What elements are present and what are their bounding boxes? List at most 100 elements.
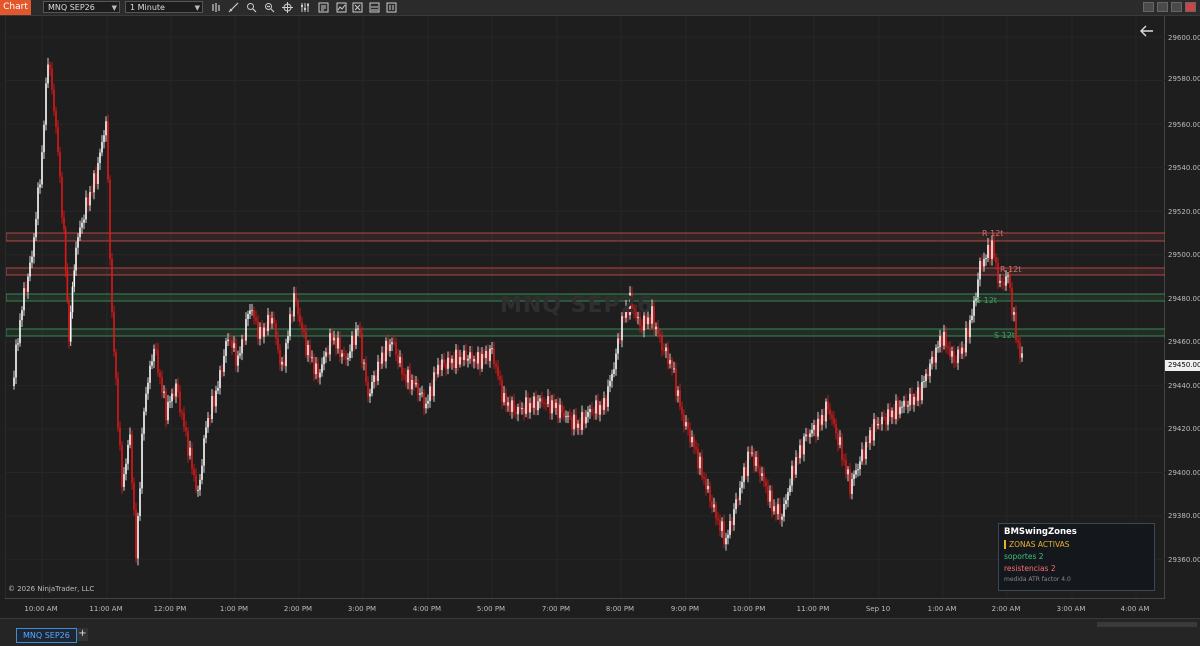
- candle-body: [589, 409, 591, 413]
- candle-body: [957, 349, 959, 363]
- candle-body: [27, 276, 29, 292]
- candle-body: [415, 382, 417, 385]
- candle-body: [773, 506, 775, 512]
- restore-button[interactable]: [1157, 2, 1168, 12]
- candle-body: [597, 400, 599, 415]
- candle-body: [207, 418, 209, 428]
- candle-body: [139, 488, 141, 516]
- candle-body: [717, 518, 719, 521]
- candle-body: [539, 398, 541, 402]
- candle-body: [395, 342, 397, 355]
- candle-body: [417, 382, 419, 396]
- crosshair-icon[interactable]: [282, 2, 293, 13]
- candle-body: [229, 339, 231, 341]
- maximize-button[interactable]: [1171, 2, 1182, 12]
- instrument-selector[interactable]: MNQ SEP26 ▼: [43, 1, 120, 13]
- candle-body: [315, 363, 317, 375]
- candle-body: [31, 256, 33, 263]
- candle-body: [565, 416, 567, 418]
- candle-body: [423, 392, 425, 409]
- candle-body: [427, 400, 429, 404]
- candle-body: [149, 365, 151, 383]
- tab-instrument[interactable]: MNQ SEP26: [16, 628, 77, 643]
- candle-body: [673, 368, 675, 370]
- candle-body: [239, 353, 241, 356]
- candle-body: [613, 369, 615, 374]
- candle-body: [677, 390, 679, 396]
- minimize-button[interactable]: [1143, 2, 1154, 12]
- zoom-icon[interactable]: [246, 2, 257, 13]
- candle-body: [397, 354, 399, 364]
- candle-body: [69, 312, 72, 342]
- candle-body: [893, 410, 895, 420]
- data-box-icon[interactable]: [318, 2, 329, 13]
- candle-body: [365, 362, 367, 382]
- candle-body: [867, 442, 869, 444]
- indicators-icon[interactable]: [336, 2, 347, 13]
- candle-body: [519, 406, 521, 410]
- candle-body: [1015, 312, 1017, 341]
- candle-body: [253, 310, 255, 318]
- candle-body: [201, 465, 203, 480]
- interval-selector[interactable]: 1 Minute ▼: [125, 1, 203, 13]
- candle-body: [409, 369, 411, 390]
- templates-icon[interactable]: [369, 2, 380, 13]
- candle-body: [785, 500, 787, 505]
- candle-body: [861, 449, 863, 462]
- candle-body: [383, 352, 385, 362]
- candle-body: [877, 423, 879, 426]
- draw-icon[interactable]: [228, 2, 239, 13]
- candle-body: [459, 356, 461, 365]
- candle-body: [761, 473, 763, 477]
- candle-body: [499, 376, 501, 380]
- back-arrow-icon[interactable]: [1138, 22, 1156, 40]
- candle-body: [809, 433, 811, 437]
- candle-body: [217, 387, 219, 391]
- candle-body: [335, 337, 337, 349]
- price-axis[interactable]: [1165, 16, 1200, 598]
- horizontal-scrollbar[interactable]: [1097, 622, 1197, 627]
- close-button[interactable]: [1185, 2, 1196, 12]
- chart-trader-icon[interactable]: [386, 2, 397, 13]
- candle-body: [819, 418, 821, 425]
- candle-body: [739, 487, 741, 501]
- candle-body: [579, 423, 581, 430]
- properties-icon[interactable]: [300, 2, 311, 13]
- candle-body: [891, 410, 893, 418]
- bars-icon[interactable]: [211, 2, 222, 13]
- candle-body: [951, 351, 953, 357]
- candle-body: [805, 434, 807, 437]
- price-tick: 29380.00: [1168, 512, 1200, 520]
- candle-body: [49, 64, 51, 69]
- candle-body: [723, 521, 725, 545]
- candle-body: [537, 401, 539, 411]
- candle-body: [85, 197, 87, 220]
- strategies-icon[interactable]: [352, 2, 363, 13]
- candle-body: [461, 356, 463, 360]
- candle-body: [1021, 353, 1023, 358]
- candle-body: [66, 270, 69, 301]
- chart-tab[interactable]: Chart: [0, 0, 31, 15]
- candle-body: [135, 509, 137, 559]
- candle-body: [337, 337, 339, 349]
- candle-body: [735, 499, 737, 510]
- zoom-out-icon[interactable]: [264, 2, 275, 13]
- candle-body: [855, 470, 857, 475]
- candle-body: [497, 366, 499, 377]
- candle-body: [101, 142, 103, 153]
- add-tab-button[interactable]: +: [77, 628, 88, 641]
- candle-body: [945, 331, 947, 348]
- candle-body: [479, 352, 481, 369]
- candle-body: [781, 516, 783, 520]
- candle-body: [895, 400, 897, 420]
- time-tick: 12:00 PM: [153, 605, 187, 613]
- candle-body: [21, 310, 23, 321]
- candle-body: [971, 315, 973, 321]
- time-tick: 5:00 PM: [476, 605, 506, 613]
- candle-body: [737, 499, 739, 501]
- candle-body: [393, 342, 395, 344]
- candle-body: [429, 386, 431, 401]
- time-tick: 3:00 AM: [1056, 605, 1086, 613]
- candle-body: [931, 356, 933, 364]
- candle-body: [903, 400, 905, 407]
